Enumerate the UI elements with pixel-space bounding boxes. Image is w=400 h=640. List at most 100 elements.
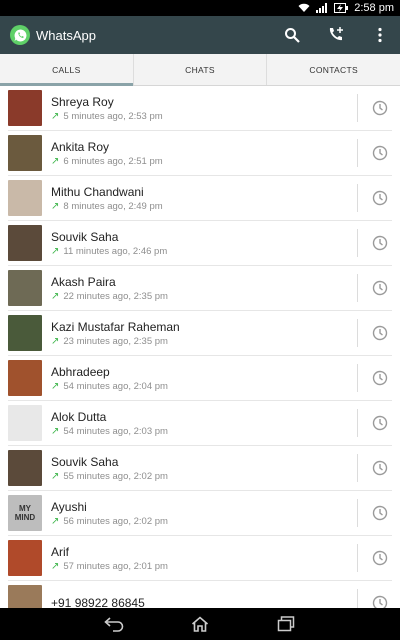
call-row[interactable]: +91 98922 86845 — [8, 581, 392, 608]
row-divider — [357, 184, 358, 212]
call-history-clock-icon[interactable] — [372, 145, 388, 161]
contact-name: Alok Dutta — [51, 409, 107, 424]
whatsapp-logo-icon — [10, 25, 30, 45]
call-history-clock-icon[interactable] — [372, 415, 388, 431]
contact-name: Souvik Saha — [51, 454, 119, 469]
avatar[interactable] — [8, 180, 42, 216]
add-call-icon[interactable] — [326, 25, 346, 45]
call-info: Shreya Roy ↗ 5 minutes ago, 2:53 pm — [51, 94, 392, 123]
tab-contacts-label: CONTACTS — [309, 64, 358, 75]
call-row[interactable]: Souvik Saha ↗ 55 minutes ago, 2:02 pm — [8, 446, 392, 491]
call-meta: ↗ 8 minutes ago, 2:49 pm — [51, 200, 392, 213]
call-history-clock-icon[interactable] — [372, 550, 388, 566]
call-info: Souvik Saha ↗ 11 minutes ago, 2:46 pm — [51, 229, 392, 258]
recent-apps-icon[interactable] — [274, 614, 298, 634]
avatar[interactable] — [8, 315, 42, 351]
call-meta: ↗ 56 minutes ago, 2:02 pm — [51, 515, 392, 528]
call-time: 22 minutes ago, 2:35 pm — [63, 290, 168, 302]
tab-chats[interactable]: CHATS — [134, 54, 268, 85]
contact-name: Ayushi — [51, 499, 87, 514]
call-row[interactable]: Ankita Roy ↗ 6 minutes ago, 2:51 pm — [8, 131, 392, 176]
call-info: Alok Dutta ↗ 54 minutes ago, 2:03 pm — [51, 409, 392, 438]
avatar-text: MY MIND — [14, 504, 36, 522]
call-history-clock-icon[interactable] — [372, 370, 388, 386]
call-list: Shreya Roy ↗ 5 minutes ago, 2:53 pm Ankita … — [0, 86, 400, 608]
avatar[interactable] — [8, 450, 42, 486]
call-time: 6 minutes ago, 2:51 pm — [63, 155, 163, 167]
contact-name: +91 98922 86845 — [51, 596, 145, 608]
call-history-clock-icon[interactable] — [372, 505, 388, 521]
back-icon[interactable] — [102, 614, 126, 634]
call-meta: ↗ 55 minutes ago, 2:02 pm — [51, 470, 392, 483]
outgoing-call-arrow-icon: ↗ — [51, 380, 60, 392]
call-time: 55 minutes ago, 2:02 pm — [63, 470, 168, 482]
call-time: 5 minutes ago, 2:53 pm — [63, 110, 163, 122]
call-time: 23 minutes ago, 2:35 pm — [63, 335, 168, 347]
contact-name: Shreya Roy — [51, 94, 114, 109]
row-divider — [357, 274, 358, 302]
avatar[interactable] — [8, 270, 42, 306]
call-row[interactable]: Mithu Chandwani ↗ 8 minutes ago, 2:49 pm — [8, 176, 392, 221]
avatar[interactable] — [8, 360, 42, 396]
avatar[interactable] — [8, 540, 42, 576]
wifi-icon — [298, 3, 310, 13]
call-row[interactable]: Alok Dutta ↗ 54 minutes ago, 2:03 pm — [8, 401, 392, 446]
contact-name: Mithu Chandwani — [51, 184, 144, 199]
call-history-clock-icon[interactable] — [372, 595, 388, 608]
outgoing-call-arrow-icon: ↗ — [51, 290, 60, 302]
contact-name: Souvik Saha — [51, 229, 119, 244]
call-history-clock-icon[interactable] — [372, 100, 388, 116]
row-divider — [357, 139, 358, 167]
call-row[interactable]: Arif ↗ 57 minutes ago, 2:01 pm — [8, 536, 392, 581]
row-divider — [357, 499, 358, 527]
call-row[interactable]: Abhradeep ↗ 54 minutes ago, 2:04 pm — [8, 356, 392, 401]
tab-calls[interactable]: CALLS — [0, 54, 134, 86]
call-history-clock-icon[interactable] — [372, 190, 388, 206]
call-meta: ↗ 22 minutes ago, 2:35 pm — [51, 290, 392, 303]
call-row[interactable]: Souvik Saha ↗ 11 minutes ago, 2:46 pm — [8, 221, 392, 266]
call-history-clock-icon[interactable] — [372, 280, 388, 296]
call-row[interactable]: Kazi Mustafar Raheman ↗ 23 minutes ago, 2:… — [8, 311, 392, 356]
call-info: Arif ↗ 57 minutes ago, 2:01 pm — [51, 544, 392, 573]
row-divider — [357, 94, 358, 122]
call-time: 8 minutes ago, 2:49 pm — [63, 200, 163, 212]
avatar[interactable] — [8, 90, 42, 126]
outgoing-call-arrow-icon: ↗ — [51, 515, 60, 527]
search-icon[interactable] — [282, 25, 302, 45]
avatar[interactable] — [8, 405, 42, 441]
status-time: 2:58 pm — [354, 2, 394, 14]
call-info: Ayushi ↗ 56 minutes ago, 2:02 pm — [51, 499, 392, 528]
call-info: +91 98922 86845 — [51, 595, 392, 608]
row-divider — [357, 544, 358, 572]
row-divider — [357, 589, 358, 608]
outgoing-call-arrow-icon: ↗ — [51, 155, 60, 167]
avatar[interactable] — [8, 225, 42, 261]
call-row[interactable]: Akash Paira ↗ 22 minutes ago, 2:35 pm — [8, 266, 392, 311]
row-divider — [357, 409, 358, 437]
signal-icon — [316, 3, 328, 13]
call-history-clock-icon[interactable] — [372, 325, 388, 341]
call-meta: ↗ 23 minutes ago, 2:35 pm — [51, 335, 392, 348]
call-meta: ↗ 6 minutes ago, 2:51 pm — [51, 155, 392, 168]
call-row[interactable]: MY MIND Ayushi ↗ 56 minutes ago, 2:02 pm — [8, 491, 392, 536]
avatar[interactable] — [8, 585, 42, 608]
call-row[interactable]: Shreya Roy ↗ 5 minutes ago, 2:53 pm — [8, 86, 392, 131]
tab-contacts[interactable]: CONTACTS — [267, 54, 400, 85]
row-divider — [357, 454, 358, 482]
call-time: 56 minutes ago, 2:02 pm — [63, 515, 168, 527]
battery-charging-icon — [334, 3, 349, 13]
home-icon[interactable] — [188, 614, 212, 634]
call-meta: ↗ 5 minutes ago, 2:53 pm — [51, 110, 392, 123]
contact-name: Akash Paira — [51, 274, 116, 289]
avatar[interactable] — [8, 135, 42, 171]
call-info: Ankita Roy ↗ 6 minutes ago, 2:51 pm — [51, 139, 392, 168]
call-info: Abhradeep ↗ 54 minutes ago, 2:04 pm — [51, 364, 392, 393]
call-history-clock-icon[interactable] — [372, 460, 388, 476]
call-info: Souvik Saha ↗ 55 minutes ago, 2:02 pm — [51, 454, 392, 483]
call-history-clock-icon[interactable] — [372, 235, 388, 251]
avatar[interactable]: MY MIND — [8, 495, 42, 531]
contact-name: Kazi Mustafar Raheman — [51, 319, 180, 334]
app-bar: WhatsApp — [0, 16, 400, 54]
overflow-menu-icon[interactable] — [370, 25, 390, 45]
outgoing-call-arrow-icon: ↗ — [51, 110, 60, 122]
